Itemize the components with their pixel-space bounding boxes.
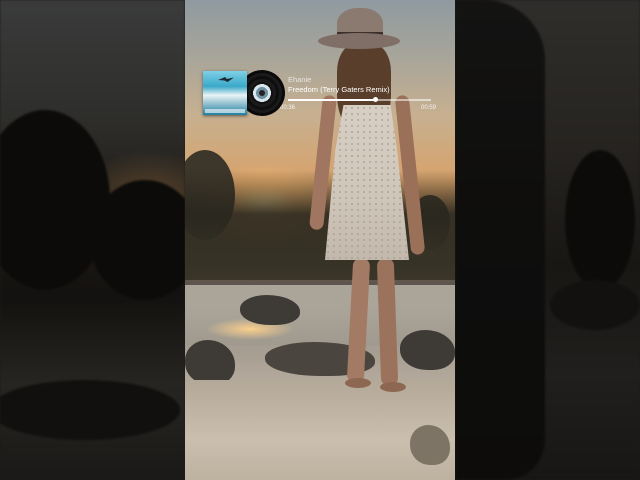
progress-bar[interactable] <box>288 97 431 102</box>
track-title: Freedom (Terry Gaters Remix) <box>288 85 390 94</box>
elapsed-time: 00:36 <box>280 105 296 111</box>
progress-fill <box>288 99 376 101</box>
backdrop-right <box>455 0 640 480</box>
progress-knob[interactable] <box>372 97 378 102</box>
music-player: Ehanie Freedom (Terry Gaters Remix) 00:3… <box>203 68 443 118</box>
album-cover-icon <box>203 71 247 115</box>
backdrop-left <box>0 0 185 480</box>
artist-name: Ehanie <box>288 75 312 84</box>
total-time: 00:59 <box>421 105 437 111</box>
